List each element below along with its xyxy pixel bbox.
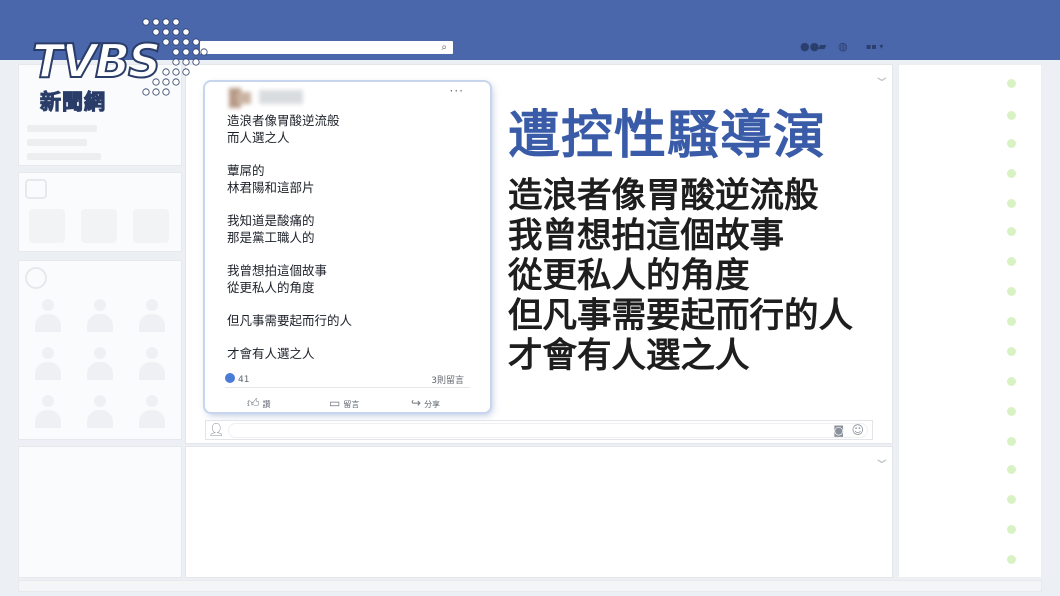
info-panel bbox=[18, 446, 182, 578]
left-sidebar bbox=[18, 64, 182, 578]
like-button[interactable]: 👍︎ 讚 bbox=[247, 396, 271, 411]
photos-panel bbox=[18, 172, 182, 252]
caption-block: 造浪者像胃酸逆流般 我曾想拍這個故事 從更私人的角度 但凡事需要起而行的人 才會… bbox=[508, 176, 898, 376]
like-label: 讚 bbox=[262, 400, 271, 409]
post-paragraph: 才會有人選之人 bbox=[227, 345, 477, 362]
post-paragraph: 蕈屌的 林君陽和這部片 bbox=[227, 162, 477, 196]
comment-button[interactable]: ▭ 留言 bbox=[329, 396, 359, 410]
more-icon[interactable]: ··· bbox=[450, 84, 464, 98]
user-avatar-icon: 👤︎ bbox=[208, 423, 225, 438]
comment-icon: ▭ bbox=[329, 396, 341, 410]
share-label: 分享 bbox=[424, 400, 441, 409]
post-paragraph: 我知道是酸痛的 那是黨工職人的 bbox=[227, 212, 477, 246]
caption-line: 從更私人的角度 bbox=[508, 256, 750, 296]
tvbs-logo: TVBS 新聞網 bbox=[26, 16, 216, 116]
post-card: ··· 造浪者像胃酸逆流般 而人選之人 蕈屌的 林君陽和這部片 我知道是酸痛的 … bbox=[205, 82, 490, 412]
post-paragraph: 但凡事需要起而行的人 bbox=[227, 312, 477, 329]
caption-line: 我曾想拍這個故事 bbox=[508, 216, 784, 256]
chat-sidebar bbox=[898, 64, 1042, 578]
post-line: 那是黨工職人的 bbox=[227, 230, 315, 245]
thumbs-up-icon: 👍︎ bbox=[247, 396, 260, 410]
post-line: 蕈屌的 bbox=[227, 163, 265, 178]
post-text: 造浪者像胃酸逆流般 而人選之人 蕈屌的 林君陽和這部片 我知道是酸痛的 那是黨工… bbox=[227, 112, 477, 378]
share-button[interactable]: ↪ 分享 bbox=[411, 396, 440, 410]
account-menu-icon[interactable]: ▪▪ ▾ bbox=[866, 42, 883, 51]
chevron-down-icon[interactable]: ⌄ bbox=[872, 451, 891, 467]
post-line: 從更私人的角度 bbox=[227, 280, 315, 295]
friends-icon[interactable]: ●● bbox=[800, 41, 819, 52]
divider bbox=[225, 387, 470, 388]
globe-icon[interactable]: ◍ bbox=[838, 41, 850, 52]
facebook-screenshot: ⌕ ●● ▰ ◍ ▪▪ ▾ ⌄ ⌄ ··· 造浪者像胃酸逆流般 而人選之人 蕈屌… bbox=[0, 0, 1060, 596]
horizontal-scrollbar[interactable] bbox=[18, 580, 1042, 592]
author-name-blurred bbox=[259, 90, 303, 104]
post-line: 我知道是酸痛的 bbox=[227, 213, 315, 228]
reaction-count-text: 41 bbox=[238, 375, 250, 385]
caption-line: 才會有人選之人 bbox=[508, 336, 750, 376]
messages-icon[interactable]: ▰ bbox=[818, 41, 830, 52]
post-line: 我曾想拍這個故事 bbox=[227, 263, 328, 278]
comment-input[interactable] bbox=[228, 423, 868, 438]
logo-subtitle: 新聞網 bbox=[40, 90, 106, 115]
search-icon[interactable]: ⌕ bbox=[441, 41, 447, 54]
post-line: 才會有人選之人 bbox=[227, 346, 315, 361]
caption-line: 但凡事需要起而行的人 bbox=[508, 296, 853, 336]
like-reaction-icon bbox=[225, 373, 235, 383]
post-line: 但凡事需要起而行的人 bbox=[227, 313, 353, 328]
post-paragraph: 我曾想拍這個故事 從更私人的角度 bbox=[227, 262, 477, 296]
author-avatar-blurred bbox=[227, 88, 253, 108]
post-paragraph: 造浪者像胃酸逆流般 而人選之人 bbox=[227, 112, 477, 146]
post-line: 而人選之人 bbox=[227, 130, 290, 145]
reaction-count[interactable]: 41 bbox=[225, 373, 249, 385]
comment-label: 留言 bbox=[343, 400, 360, 409]
feed-panel-lower: ⌄ bbox=[185, 446, 893, 578]
camera-icon[interactable]: ◙ bbox=[833, 424, 844, 437]
caption-line: 造浪者像胃酸逆流般 bbox=[508, 176, 819, 216]
search-input[interactable]: ⌕ bbox=[200, 41, 453, 54]
post-line: 林君陽和這部片 bbox=[227, 180, 315, 195]
logo-brand: TVBS bbox=[31, 34, 162, 88]
comment-count[interactable]: 3則留言 bbox=[431, 373, 464, 386]
smile-icon[interactable]: ☺ bbox=[851, 423, 864, 437]
friends-panel bbox=[18, 260, 182, 440]
share-icon: ↪ bbox=[411, 396, 422, 410]
headline: 遭控性騷導演 bbox=[508, 106, 827, 166]
post-line: 造浪者像胃酸逆流般 bbox=[227, 113, 340, 128]
friends-group-icon bbox=[25, 267, 47, 289]
comment-composer: 👤︎ ◙ ☺ bbox=[205, 420, 873, 440]
chevron-down-icon[interactable]: ⌄ bbox=[872, 69, 891, 85]
photo-icon bbox=[25, 179, 47, 199]
